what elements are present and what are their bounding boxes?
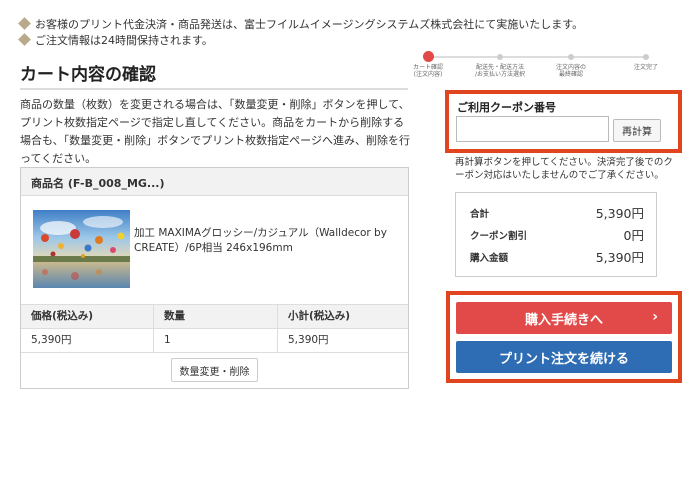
recalculate-button[interactable]: 再計算 [613,119,661,142]
product-header: 商品名 (F-B_008_MG...) [21,168,408,196]
header-quantity: 数量 [154,305,278,328]
chevron-right-icon: › [652,309,658,325]
step-label: 注文内容の [555,64,586,71]
summary-label: クーポン割引 [470,231,528,242]
step-delivery: 配送先・配送方法 /お支払い方法選択 [465,51,535,78]
step-confirm: 注文内容の 最終確認 [536,51,606,78]
checkout-label: 購入手続きへ [524,312,603,328]
cell-quantity: 1 [154,329,278,352]
header-price: 価格(税込み) [21,305,154,328]
step-dot-icon [568,54,574,60]
step-cart: カート確認 (注文内容) [393,51,463,78]
continue-print-order-button[interactable]: プリント注文を続ける [456,341,672,373]
diamond-bullet-icon [18,33,31,46]
header-subtotal: 小計(税込み) [288,310,351,322]
cell-price: 5,390円 [21,329,154,352]
coupon-code-input[interactable] [456,116,609,142]
proceed-to-checkout-button[interactable]: 購入手続きへ › [456,302,672,334]
notice-payment: お客様のプリント代金決済・商品発送は、富士フイルムイメージングシステムズ株式会社… [18,17,584,32]
notice-text: お客様のプリント代金決済・商品発送は、富士フイルムイメージングシステムズ株式会社… [35,18,584,31]
summary-row-coupon-discount: クーポン割引 0円 [470,225,644,247]
order-summary: 合計 5,390円 クーポン割引 0円 購入金額 5,390円 [455,192,657,277]
coupon-label: ご利用クーポン番号 [457,101,556,114]
step-complete: 注文完了 [611,51,681,71]
notice-text: ご注文情報は24時間保持されます。 [35,34,213,47]
progress-steps: カート確認 (注文内容) 配送先・配送方法 /お支払い方法選択 注文内容の 最終… [408,51,678,83]
coupon-panel: ご利用クーポン番号 再計算 [445,90,682,153]
summary-label: 合計 [470,209,490,220]
step-label: 注文完了 [633,64,658,71]
product-thumbnail [33,210,130,288]
price-table-header: 価格(税込み) 数量 小計(税込み) [21,304,408,329]
step-label: 配送先・配送方法 [475,64,524,71]
page-title: カート内容の確認 [20,65,156,85]
title-divider [20,88,408,90]
step-sublabel: 最終確認 [558,71,583,78]
product-name: 加工 MAXIMAグロッシー/カジュアル（Walldecor by CREATE… [134,227,387,254]
checkout-actions: 購入手続きへ › プリント注文を続ける [446,291,682,383]
step-sublabel: (注文内容) [413,71,443,78]
step-dot-icon [643,54,649,60]
step-dot-icon [497,54,503,60]
instructions-text: 商品の数量（枚数）を変更される場合は、「数量変更・削除」ボタンを押して、プリント… [20,98,410,165]
change-quantity-button[interactable]: 数量変更・削除 [171,358,258,382]
summary-row-purchase-amount: 購入金額 5,390円 [470,247,644,269]
notice-retention: ご注文情報は24時間保持されます。 [18,33,213,48]
summary-value: 5,390円 [595,206,644,221]
step-label: カート確認 [412,64,443,71]
coupon-note: 再計算ボタンを押してください。決済完了後でのクーポン対応はいたしませんのでご了承… [455,157,673,181]
summary-label: 購入金額 [470,253,509,264]
diamond-bullet-icon [18,17,31,30]
cell-subtotal: 5,390円 [288,334,329,346]
summary-value: 5,390円 [595,250,644,265]
summary-row-total: 合計 5,390円 [470,203,644,225]
step-active-dot-icon [422,51,434,62]
step-sublabel: /お支払い方法選択 [474,71,526,78]
summary-value: 0円 [623,228,644,243]
table-row: 5,390円 1 5,390円 [21,329,408,353]
cart-item-panel: 商品名 (F-B_008_MG...) 加工 MAXIMAグロッシー/カジュアル… [20,167,409,389]
